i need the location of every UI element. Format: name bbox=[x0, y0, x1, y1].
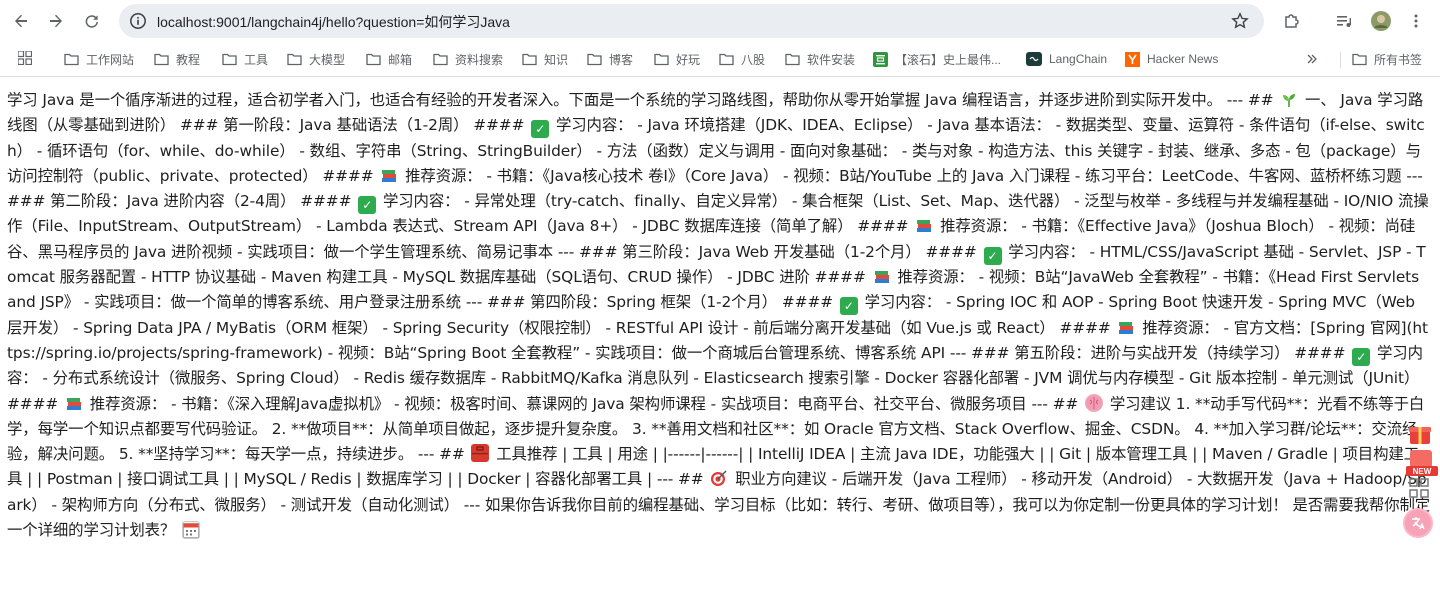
reload-icon[interactable] bbox=[80, 9, 104, 33]
books-emoji-icon bbox=[1117, 317, 1136, 336]
bookmark-label: 邮箱 bbox=[388, 52, 413, 67]
bookmark-label: 博客 bbox=[609, 52, 634, 67]
media-queue-icon[interactable] bbox=[1332, 9, 1356, 33]
extensions-puzzle-icon[interactable] bbox=[1280, 9, 1304, 33]
folder-icon bbox=[587, 53, 602, 66]
check-mark-emoji-icon: ✓ bbox=[983, 246, 1002, 265]
folder-icon bbox=[719, 53, 734, 66]
bookmark-label: 【滚石】史上最伟... bbox=[895, 52, 1002, 67]
books-emoji-icon bbox=[64, 393, 83, 412]
toolbox-emoji-icon bbox=[471, 444, 490, 463]
bookmark-folder[interactable]: 八股 bbox=[719, 49, 765, 69]
all-bookmarks-label: 所有书签 bbox=[1374, 52, 1423, 67]
direct-hit-emoji-icon bbox=[710, 469, 729, 488]
page-response-text: 学习 Java 是一个循序渐进的过程，适合初学者入门，也适合有经验的开发者深入。… bbox=[7, 88, 1432, 543]
douban-icon bbox=[873, 51, 888, 67]
bookmark-folder[interactable]: 大模型 bbox=[287, 49, 345, 69]
check-mark-emoji-icon: ✓ bbox=[1352, 347, 1371, 366]
back-arrow-icon[interactable] bbox=[9, 9, 33, 33]
folder-icon bbox=[654, 53, 669, 66]
folder-icon bbox=[287, 53, 302, 66]
bookmark-label: 资料搜索 bbox=[455, 52, 504, 67]
profile-avatar[interactable] bbox=[1369, 9, 1393, 33]
all-bookmarks-folder[interactable]: 所有书签 bbox=[1352, 49, 1422, 69]
url-text[interactable]: localhost:9001/langchain4j/hello?questio… bbox=[157, 12, 510, 32]
bookmark-star-icon[interactable] bbox=[1228, 9, 1252, 33]
apps-grid-icon[interactable] bbox=[17, 50, 33, 69]
bookmark-label: 大模型 bbox=[309, 52, 346, 67]
bookmark-label: 工具 bbox=[244, 52, 269, 67]
seedling-emoji-icon bbox=[1280, 92, 1298, 110]
floating-gift-icon[interactable] bbox=[1406, 420, 1434, 448]
bookmark-link[interactable]: LangChain bbox=[1026, 49, 1107, 69]
bookmark-label: 工作网站 bbox=[86, 52, 135, 67]
bookmark-link[interactable]: Hacker News bbox=[1125, 49, 1218, 69]
floating-new-badge[interactable]: NEW bbox=[1404, 446, 1440, 480]
bookmark-label: 教程 bbox=[176, 52, 201, 67]
books-emoji-icon bbox=[380, 165, 399, 184]
calendar-emoji-icon bbox=[182, 521, 200, 540]
address-bar[interactable]: localhost:9001/langchain4j/hello?questio… bbox=[119, 4, 1264, 38]
books-emoji-icon bbox=[872, 267, 891, 286]
bookmarks-divider bbox=[1340, 52, 1341, 68]
bookmark-folder[interactable]: 知识 bbox=[522, 49, 568, 69]
bookmark-folder[interactable]: 好玩 bbox=[654, 49, 700, 69]
check-mark-emoji-icon: ✓ bbox=[531, 120, 550, 139]
books-emoji-icon bbox=[915, 216, 934, 235]
site-info-icon[interactable] bbox=[129, 12, 147, 30]
text-segment: 学习 Java 是一个循序渐进的过程，适合初学者入门，也适合有经验的开发者深入。… bbox=[7, 91, 1279, 109]
forward-arrow-icon[interactable] bbox=[44, 9, 68, 33]
new-badge-text: NEW bbox=[1413, 467, 1432, 476]
floating-grid-icon[interactable] bbox=[1407, 476, 1431, 500]
folder-icon bbox=[154, 53, 169, 66]
bookmark-label: 软件安装 bbox=[807, 52, 856, 67]
more-bookmarks-chevron-icon[interactable] bbox=[1306, 49, 1318, 69]
browser-menu-icon[interactable] bbox=[1404, 9, 1428, 33]
bookmark-folder[interactable]: 工具 bbox=[222, 49, 268, 69]
hackernews-icon bbox=[1125, 51, 1140, 67]
bookmark-label: 好玩 bbox=[676, 52, 701, 67]
folder-icon bbox=[366, 53, 381, 66]
bookmark-folder[interactable]: 工作网站 bbox=[64, 49, 134, 69]
bookmark-folder[interactable]: 资料搜索 bbox=[433, 49, 503, 69]
folder-icon bbox=[433, 53, 448, 66]
folder-icon bbox=[785, 53, 800, 66]
bookmark-folder[interactable]: 软件安装 bbox=[785, 49, 855, 69]
bookmark-label: 知识 bbox=[544, 52, 569, 67]
bookmark-folder[interactable]: 邮箱 bbox=[366, 49, 412, 69]
bookmark-folder[interactable]: 博客 bbox=[587, 49, 633, 69]
langchain-icon bbox=[1026, 52, 1042, 66]
bookmark-label: Hacker News bbox=[1147, 52, 1219, 66]
check-mark-emoji-icon: ✓ bbox=[358, 196, 377, 215]
folder-icon bbox=[522, 53, 537, 66]
bookmark-folder[interactable]: 教程 bbox=[154, 49, 200, 69]
folder-icon bbox=[1352, 53, 1367, 66]
bookmark-label: 八股 bbox=[741, 52, 766, 67]
text-segment: 推荐资源： - 书籍：《深入理解Java虚拟机》 - 视频：极客时间、慕课网的 … bbox=[84, 394, 1084, 413]
brain-emoji-icon bbox=[1085, 393, 1104, 412]
browser-toolbar: localhost:9001/langchain4j/hello?questio… bbox=[0, 0, 1440, 42]
folder-icon bbox=[222, 53, 237, 66]
floating-translate-icon[interactable] bbox=[1403, 508, 1433, 538]
bookmarks-bar: 工作网站 教程 工具 大模型 邮箱 资料搜索 知识 博客 好玩 八股 软件安装 bbox=[0, 42, 1440, 77]
bookmark-label: LangChain bbox=[1049, 52, 1108, 66]
folder-icon bbox=[64, 53, 79, 66]
bookmark-link[interactable]: 【滚石】史上最伟... bbox=[873, 49, 1001, 69]
check-mark-emoji-icon: ✓ bbox=[839, 297, 858, 316]
